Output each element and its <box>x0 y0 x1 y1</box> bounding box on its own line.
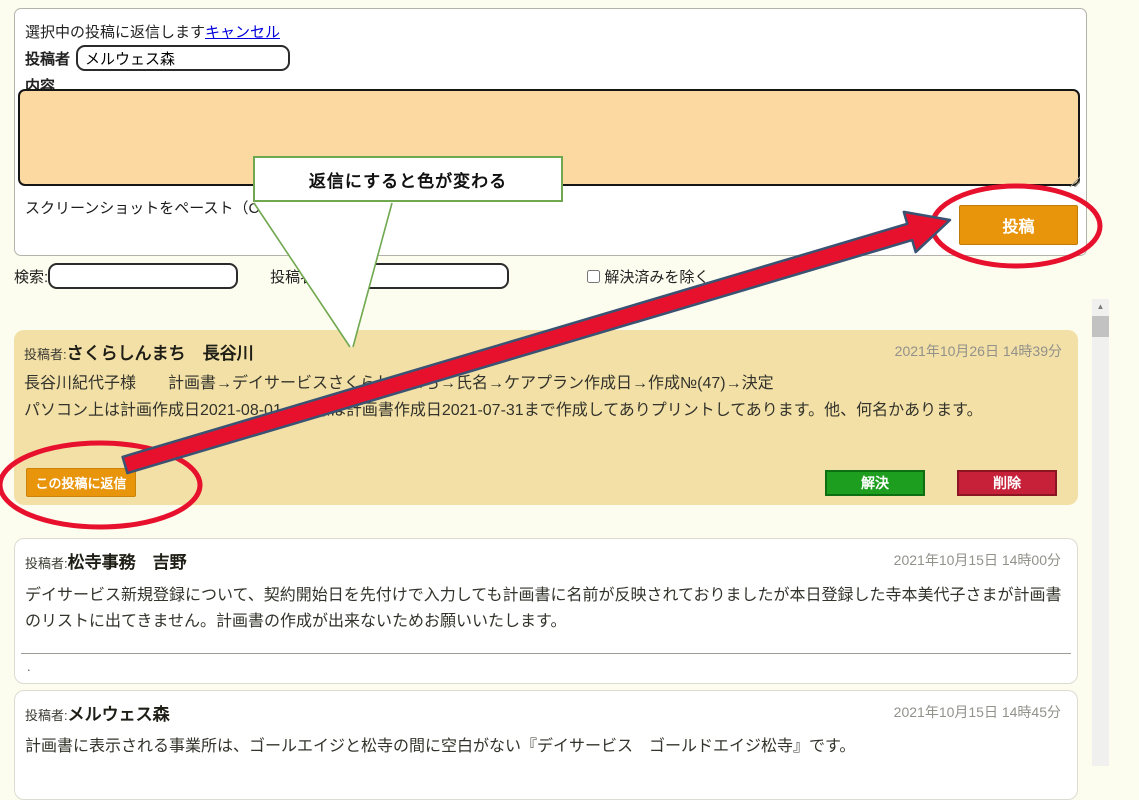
search-filter-row: 検索: 投稿者: 解決済みを除く <box>14 263 709 289</box>
post-header: 投稿者:メルウェス森 <box>25 700 170 725</box>
poster-name: さくらしんまち 長谷川 <box>66 344 254 363</box>
reply-to-post-button[interactable]: この投稿に返信 <box>26 468 136 497</box>
post-timestamp: 2021年10月26日 14時39分 <box>894 343 1062 359</box>
poster-field-row: 投稿者 <box>25 45 291 71</box>
cancel-reply-link[interactable]: キャンセル <box>205 24 280 41</box>
post-header: 投稿者:松寺事務 吉野 <box>25 548 187 573</box>
exclude-resolved-wrap: 解決済みを除く <box>587 266 709 287</box>
reply-banner: 選択中の投稿に返信しますキャンセル <box>25 21 280 42</box>
reply-compose-panel: 選択中の投稿に返信しますキャンセル 投稿者 内容 スクリーンショットをペースト（… <box>14 8 1087 256</box>
post-body-line: 計画書に表示される事業所は、ゴールエイジと松寺の間に空白がない『デイサービス ゴ… <box>25 738 856 755</box>
post-item-selected: 投稿者:さくらしんまち 長谷川 2021年10月26日 14時39分 長谷川紀代… <box>14 330 1078 505</box>
poster-input[interactable] <box>76 45 291 71</box>
post-body-line: 長谷川紀代子様 計画書→デイサービスさくらしんまち→氏名→ケアプラン作成日→作成… <box>24 375 774 392</box>
post-body-line: デイサービス新規登録について、契約開始日を先付けで入力しても計画書に名前が反映さ… <box>25 587 1062 630</box>
poster-name: メルウェス森 <box>67 705 170 724</box>
poster-prefix-label: 投稿者: <box>25 556 68 571</box>
post-body: 長谷川紀代子様 計画書→デイサービスさくらしんまち→氏名→ケアプラン作成日→作成… <box>24 370 1066 424</box>
post-body: 計画書に表示される事業所は、ゴールエイジと松寺の間に空白がない『デイサービス ゴ… <box>25 733 1065 760</box>
post-header: 投稿者:さくらしんまち 長谷川 <box>24 339 254 364</box>
exclude-resolved-checkbox[interactable] <box>587 269 601 283</box>
post-item: 投稿者:メルウェス森 2021年10月15日 14時45分 計画書に表示される事… <box>14 690 1078 800</box>
delete-post-button[interactable]: 削除 <box>957 470 1057 496</box>
search-poster-label: 投稿者: <box>270 268 320 286</box>
annotation-callout-text: 返信にすると色が変わる <box>308 171 508 191</box>
post-footnote: . <box>27 659 31 674</box>
scrollbar-thumb[interactable] <box>1092 316 1109 337</box>
submit-post-button[interactable]: 投稿 <box>959 205 1078 245</box>
exclude-resolved-label: 解決済みを除く <box>604 268 710 286</box>
poster-prefix-label: 投稿者: <box>25 708 68 723</box>
scroll-up-icon[interactable]: ▲ <box>1092 299 1109 315</box>
search-input[interactable] <box>48 263 239 289</box>
post-footnote: . <box>26 446 30 461</box>
search-label: 検索: <box>14 268 49 286</box>
post-divider <box>21 653 1071 654</box>
scrollbar-track[interactable]: ▲ <box>1092 299 1109 766</box>
resolve-post-button[interactable]: 解決 <box>825 470 925 496</box>
post-body: デイサービス新規登録について、契約開始日を先付けで入力しても計画書に名前が反映さ… <box>25 583 1065 635</box>
post-timestamp: 2021年10月15日 14時45分 <box>893 704 1061 720</box>
search-poster-input[interactable] <box>319 263 510 289</box>
post-timestamp: 2021年10月15日 14時00分 <box>893 552 1061 568</box>
post-item: 投稿者:松寺事務 吉野 2021年10月15日 14時00分 デイサービス新規登… <box>14 538 1078 684</box>
post-body-line: パソコン上は計画作成日2021-08-01。実際は計画書作成日2021-07-3… <box>24 402 983 419</box>
reply-banner-text: 選択中の投稿に返信します <box>25 24 206 41</box>
poster-name: 松寺事務 吉野 <box>67 553 187 572</box>
poster-field-label: 投稿者 <box>25 50 71 68</box>
annotation-callout: 返信にすると色が変わる <box>253 156 563 202</box>
poster-prefix-label: 投稿者: <box>24 347 67 362</box>
textarea-resize-handle-icon[interactable] <box>1068 175 1080 187</box>
